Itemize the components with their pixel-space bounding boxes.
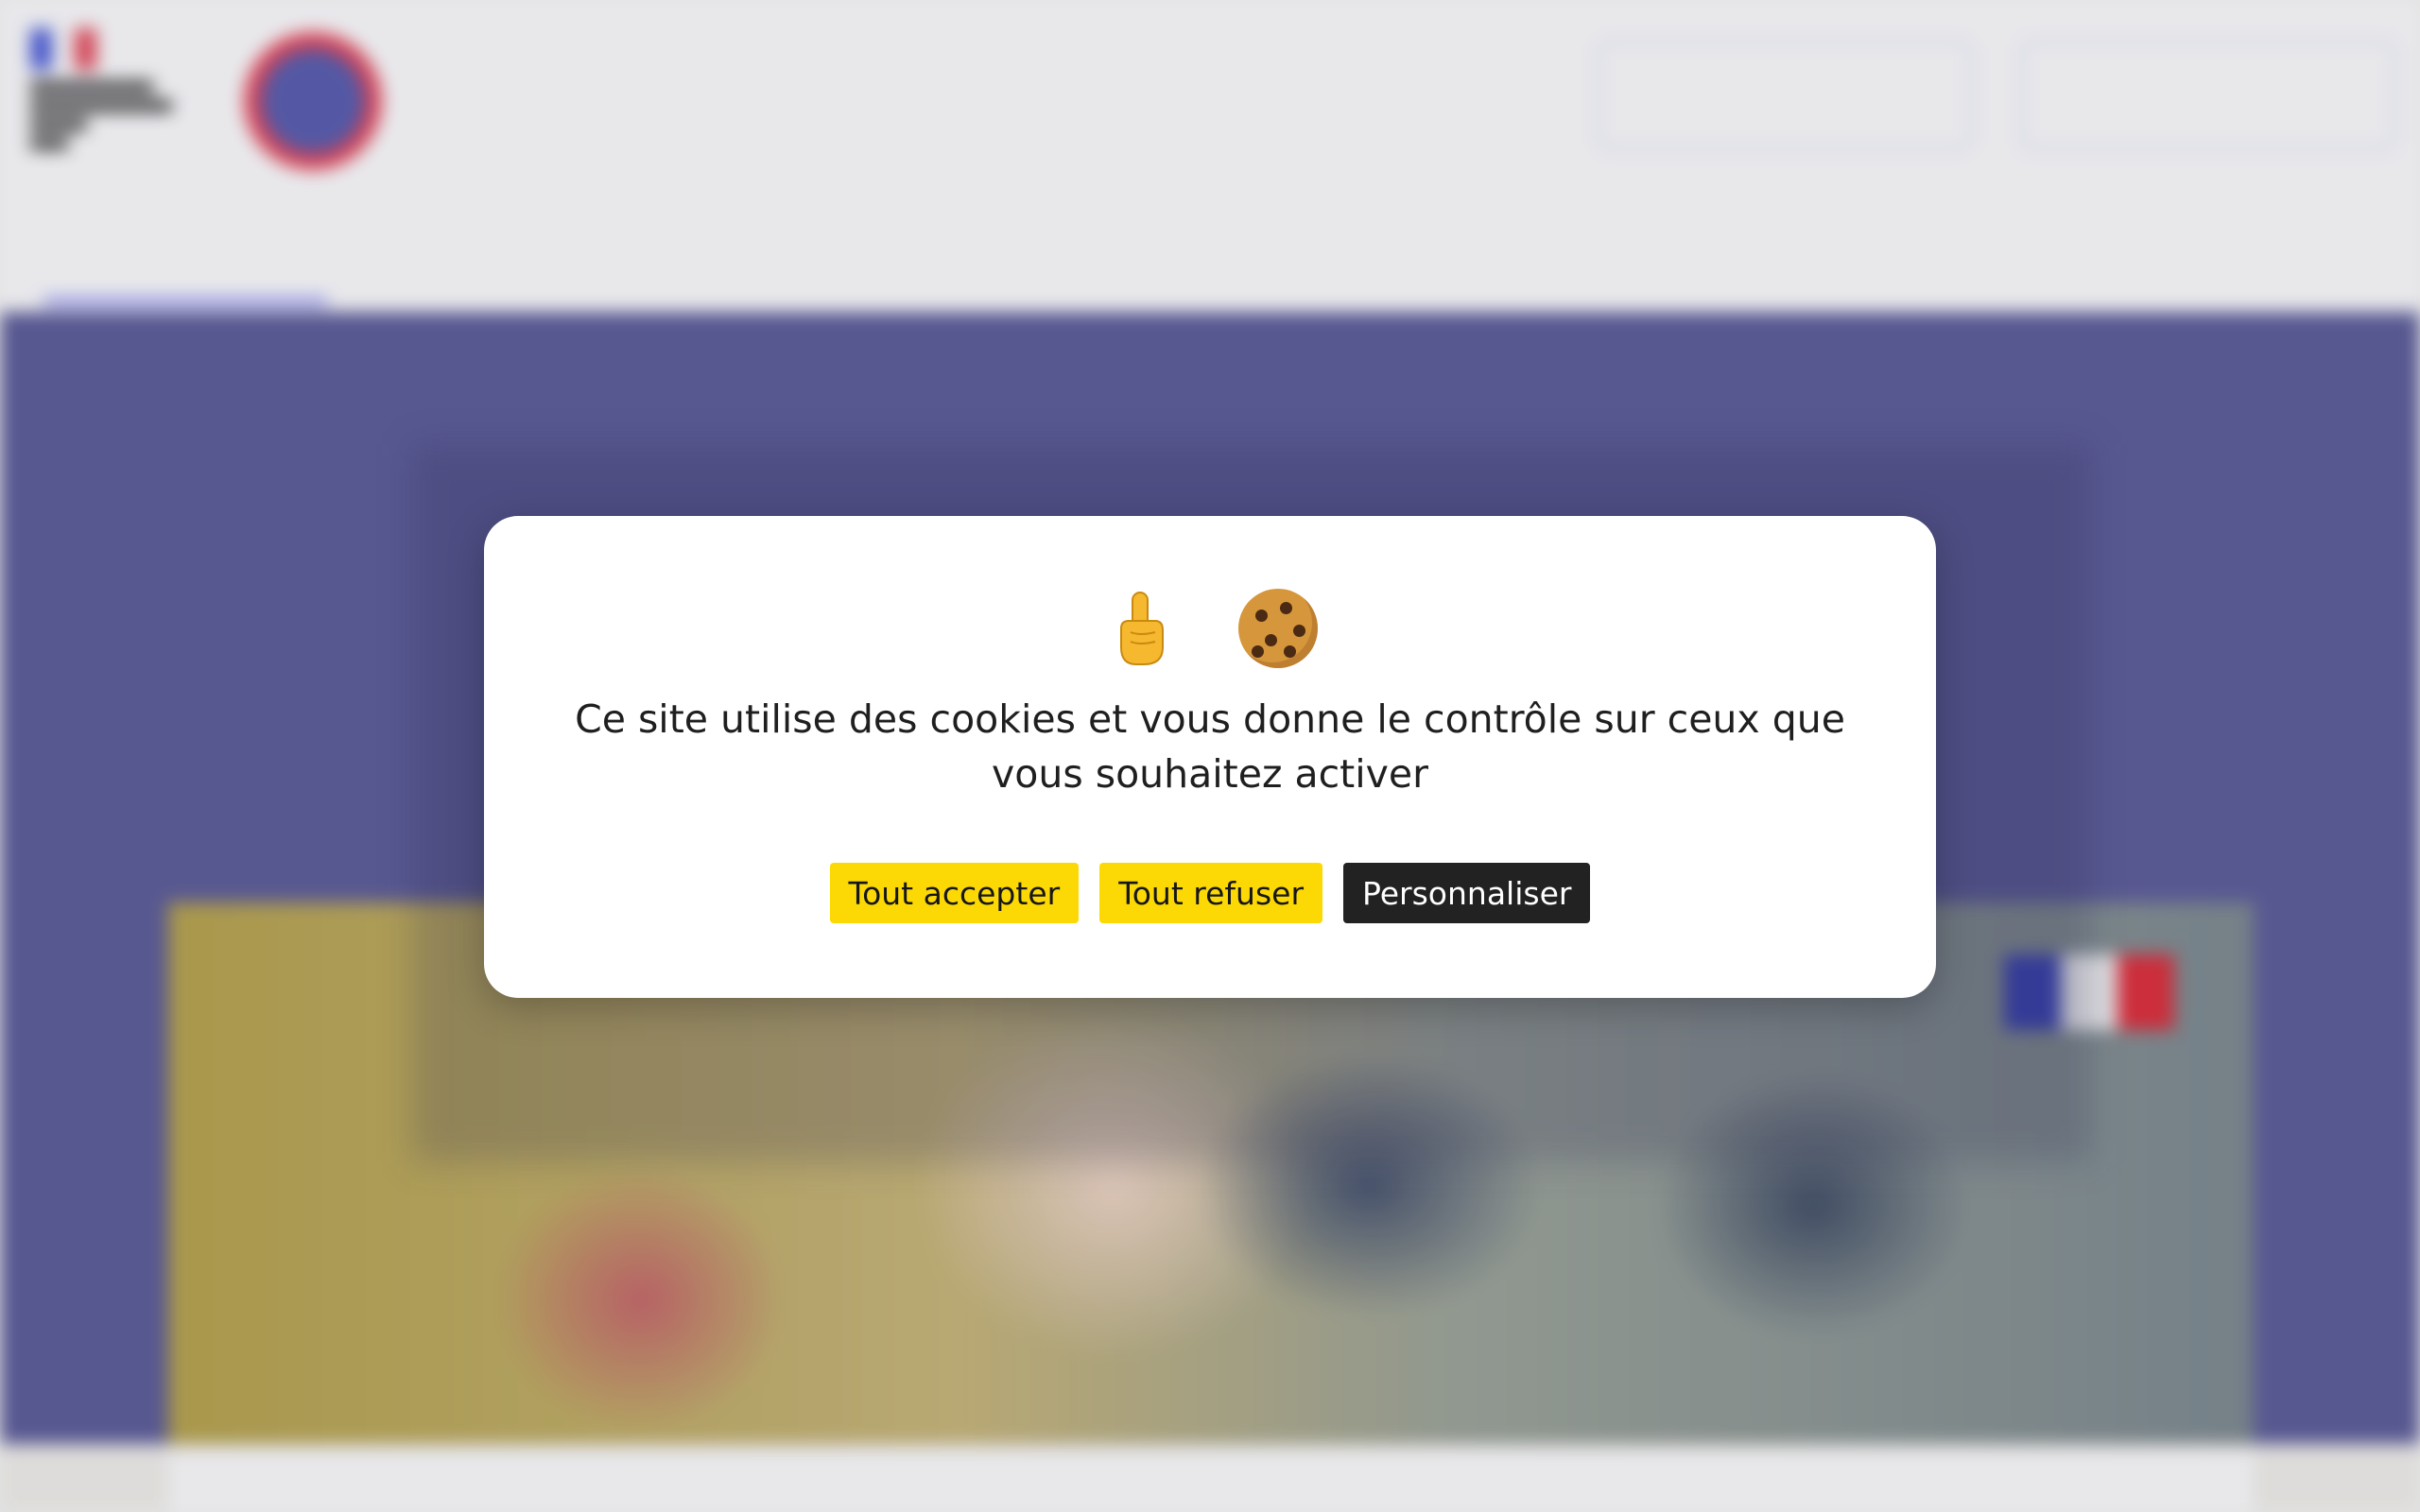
emoji-row (484, 588, 1936, 668)
cookie-consent-dialog: Ce site utilise des cookies et vous donn… (484, 516, 1936, 998)
cookie-icon (1238, 589, 1319, 668)
cookie-message: Ce site utilise des cookies et vous donn… (575, 696, 1845, 797)
customize-button[interactable]: Personnaliser (1343, 863, 1591, 923)
cookie-actions: Tout accepter Tout refuser Personnaliser (484, 863, 1936, 923)
pointing-up-finger-icon (1102, 589, 1182, 668)
refuse-all-button[interactable]: Tout refuser (1099, 863, 1323, 923)
accept-all-button[interactable]: Tout accepter (829, 863, 1080, 923)
